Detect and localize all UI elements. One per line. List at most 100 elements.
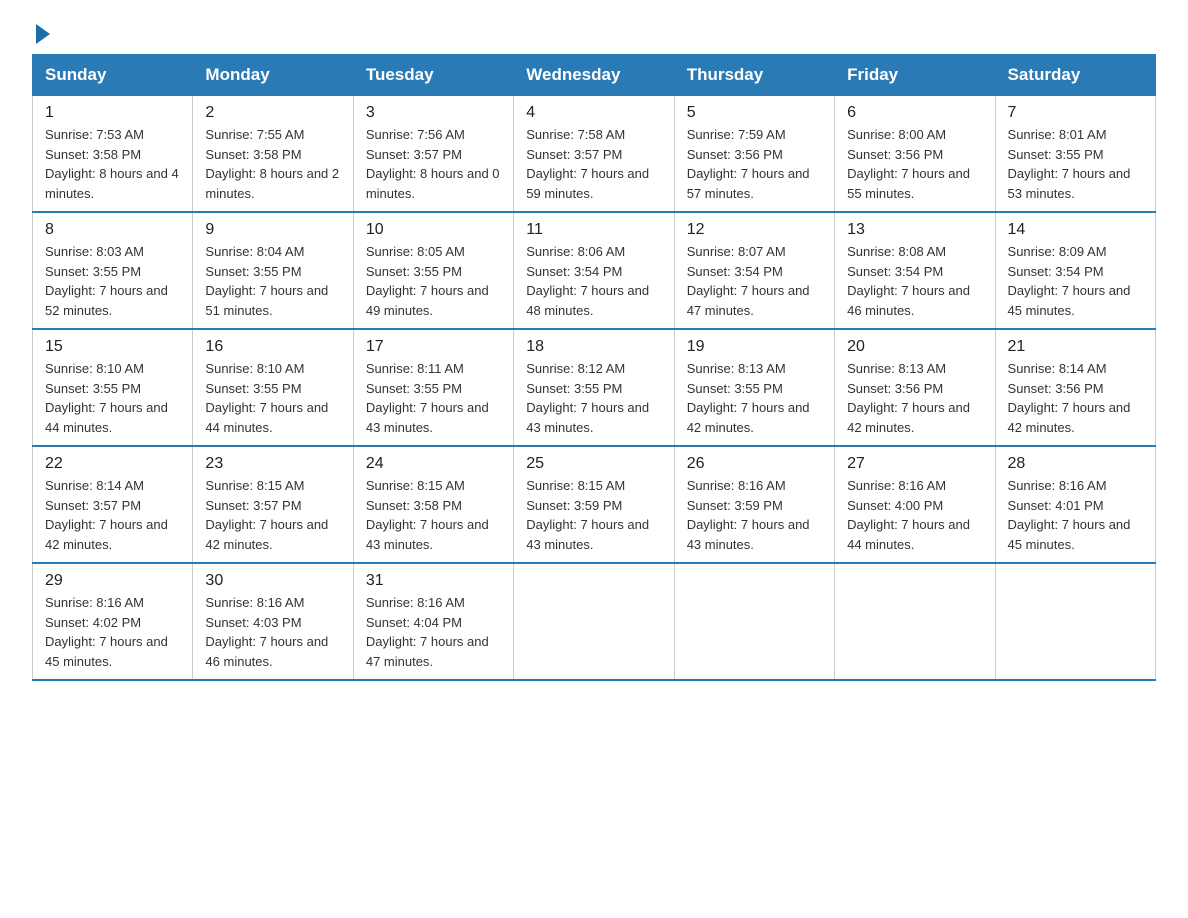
day-number: 8 [45, 221, 180, 239]
day-info: Sunrise: 8:01 AMSunset: 3:55 PMDaylight:… [1008, 125, 1143, 203]
calendar-day-cell: 10 Sunrise: 8:05 AMSunset: 3:55 PMDayligh… [353, 212, 513, 329]
calendar-week-row: 1 Sunrise: 7:53 AMSunset: 3:58 PMDaylight… [33, 96, 1156, 213]
weekday-header-row: SundayMondayTuesdayWednesdayThursdayFrid… [33, 55, 1156, 96]
calendar-day-cell: 11 Sunrise: 8:06 AMSunset: 3:54 PMDayligh… [514, 212, 674, 329]
logo-triangle-icon [36, 24, 50, 44]
calendar-week-row: 8 Sunrise: 8:03 AMSunset: 3:55 PMDaylight… [33, 212, 1156, 329]
day-number: 25 [526, 455, 661, 473]
weekday-header-sunday: Sunday [33, 55, 193, 96]
day-number: 24 [366, 455, 501, 473]
page-header [32, 24, 1156, 44]
weekday-header-wednesday: Wednesday [514, 55, 674, 96]
calendar-day-cell [674, 563, 834, 680]
weekday-header-thursday: Thursday [674, 55, 834, 96]
day-number: 7 [1008, 104, 1143, 122]
day-info: Sunrise: 8:14 AMSunset: 3:56 PMDaylight:… [1008, 359, 1143, 437]
day-info: Sunrise: 8:13 AMSunset: 3:56 PMDaylight:… [847, 359, 982, 437]
day-number: 18 [526, 338, 661, 356]
calendar-day-cell: 28 Sunrise: 8:16 AMSunset: 4:01 PMDayligh… [995, 446, 1155, 563]
day-number: 20 [847, 338, 982, 356]
day-info: Sunrise: 8:10 AMSunset: 3:55 PMDaylight:… [205, 359, 340, 437]
day-info: Sunrise: 8:15 AMSunset: 3:58 PMDaylight:… [366, 476, 501, 554]
calendar-day-cell: 12Sunrise: 8:07 AMSunset: 3:54 PMDayligh… [674, 212, 834, 329]
day-info: Sunrise: 8:16 AMSunset: 4:01 PMDaylight:… [1008, 476, 1143, 554]
day-number: 27 [847, 455, 982, 473]
day-number: 30 [205, 572, 340, 590]
day-info: Sunrise: 8:16 AMSunset: 4:02 PMDaylight:… [45, 593, 180, 671]
day-number: 23 [205, 455, 340, 473]
day-info: Sunrise: 8:00 AMSunset: 3:56 PMDaylight:… [847, 125, 982, 203]
day-number: 28 [1008, 455, 1143, 473]
day-number: 3 [366, 104, 501, 122]
day-number: 17 [366, 338, 501, 356]
calendar-day-cell: 1 Sunrise: 7:53 AMSunset: 3:58 PMDaylight… [33, 96, 193, 213]
day-number: 11 [526, 221, 661, 239]
calendar-day-cell: 3 Sunrise: 7:56 AMSunset: 3:57 PMDaylight… [353, 96, 513, 213]
day-info: Sunrise: 7:56 AMSunset: 3:57 PMDaylight:… [366, 125, 501, 203]
calendar-day-cell: 18 Sunrise: 8:12 AMSunset: 3:55 PMDayligh… [514, 329, 674, 446]
calendar-day-cell: 8 Sunrise: 8:03 AMSunset: 3:55 PMDaylight… [33, 212, 193, 329]
calendar-day-cell: 9 Sunrise: 8:04 AMSunset: 3:55 PMDaylight… [193, 212, 353, 329]
day-number: 1 [45, 104, 180, 122]
day-info: Sunrise: 8:15 AMSunset: 3:57 PMDaylight:… [205, 476, 340, 554]
calendar-week-row: 15 Sunrise: 8:10 AMSunset: 3:55 PMDayligh… [33, 329, 1156, 446]
calendar-day-cell: 14Sunrise: 8:09 AMSunset: 3:54 PMDayligh… [995, 212, 1155, 329]
calendar-day-cell: 13 Sunrise: 8:08 AMSunset: 3:54 PMDayligh… [835, 212, 995, 329]
day-number: 5 [687, 104, 822, 122]
calendar-table: SundayMondayTuesdayWednesdayThursdayFrid… [32, 54, 1156, 681]
day-info: Sunrise: 8:07 AMSunset: 3:54 PMDaylight:… [687, 242, 822, 320]
calendar-day-cell: 24 Sunrise: 8:15 AMSunset: 3:58 PMDayligh… [353, 446, 513, 563]
calendar-day-cell: 5Sunrise: 7:59 AMSunset: 3:56 PMDaylight… [674, 96, 834, 213]
calendar-day-cell: 25 Sunrise: 8:15 AMSunset: 3:59 PMDayligh… [514, 446, 674, 563]
day-info: Sunrise: 7:53 AMSunset: 3:58 PMDaylight:… [45, 125, 180, 203]
weekday-header-friday: Friday [835, 55, 995, 96]
day-number: 16 [205, 338, 340, 356]
day-number: 9 [205, 221, 340, 239]
day-info: Sunrise: 8:03 AMSunset: 3:55 PMDaylight:… [45, 242, 180, 320]
calendar-day-cell: 4 Sunrise: 7:58 AMSunset: 3:57 PMDaylight… [514, 96, 674, 213]
day-number: 29 [45, 572, 180, 590]
calendar-day-cell: 6 Sunrise: 8:00 AMSunset: 3:56 PMDaylight… [835, 96, 995, 213]
calendar-day-cell: 15 Sunrise: 8:10 AMSunset: 3:55 PMDayligh… [33, 329, 193, 446]
day-info: Sunrise: 8:15 AMSunset: 3:59 PMDaylight:… [526, 476, 661, 554]
calendar-day-cell: 21 Sunrise: 8:14 AMSunset: 3:56 PMDayligh… [995, 329, 1155, 446]
day-info: Sunrise: 8:05 AMSunset: 3:55 PMDaylight:… [366, 242, 501, 320]
day-info: Sunrise: 8:10 AMSunset: 3:55 PMDaylight:… [45, 359, 180, 437]
calendar-day-cell: 27 Sunrise: 8:16 AMSunset: 4:00 PMDayligh… [835, 446, 995, 563]
calendar-day-cell: 20 Sunrise: 8:13 AMSunset: 3:56 PMDayligh… [835, 329, 995, 446]
calendar-day-cell [995, 563, 1155, 680]
day-info: Sunrise: 8:16 AMSunset: 4:04 PMDaylight:… [366, 593, 501, 671]
calendar-day-cell: 26Sunrise: 8:16 AMSunset: 3:59 PMDayligh… [674, 446, 834, 563]
day-info: Sunrise: 8:08 AMSunset: 3:54 PMDaylight:… [847, 242, 982, 320]
logo-blue-text [32, 24, 50, 44]
day-info: Sunrise: 8:12 AMSunset: 3:55 PMDaylight:… [526, 359, 661, 437]
day-number: 15 [45, 338, 180, 356]
weekday-header-monday: Monday [193, 55, 353, 96]
day-info: Sunrise: 7:58 AMSunset: 3:57 PMDaylight:… [526, 125, 661, 203]
day-number: 14 [1008, 221, 1143, 239]
calendar-week-row: 22 Sunrise: 8:14 AMSunset: 3:57 PMDayligh… [33, 446, 1156, 563]
calendar-day-cell: 2Sunrise: 7:55 AMSunset: 3:58 PMDaylight… [193, 96, 353, 213]
weekday-header-saturday: Saturday [995, 55, 1155, 96]
calendar-day-cell: 22 Sunrise: 8:14 AMSunset: 3:57 PMDayligh… [33, 446, 193, 563]
day-number: 21 [1008, 338, 1143, 356]
day-number: 22 [45, 455, 180, 473]
day-number: 6 [847, 104, 982, 122]
day-info: Sunrise: 8:16 AMSunset: 4:00 PMDaylight:… [847, 476, 982, 554]
day-number: 31 [366, 572, 501, 590]
calendar-day-cell: 19Sunrise: 8:13 AMSunset: 3:55 PMDayligh… [674, 329, 834, 446]
day-info: Sunrise: 8:11 AMSunset: 3:55 PMDaylight:… [366, 359, 501, 437]
calendar-day-cell [835, 563, 995, 680]
weekday-header-tuesday: Tuesday [353, 55, 513, 96]
day-number: 26 [687, 455, 822, 473]
day-number: 13 [847, 221, 982, 239]
day-info: Sunrise: 8:14 AMSunset: 3:57 PMDaylight:… [45, 476, 180, 554]
day-info: Sunrise: 8:06 AMSunset: 3:54 PMDaylight:… [526, 242, 661, 320]
calendar-day-cell: 17 Sunrise: 8:11 AMSunset: 3:55 PMDayligh… [353, 329, 513, 446]
day-info: Sunrise: 8:16 AMSunset: 4:03 PMDaylight:… [205, 593, 340, 671]
day-number: 19 [687, 338, 822, 356]
day-info: Sunrise: 8:04 AMSunset: 3:55 PMDaylight:… [205, 242, 340, 320]
day-number: 4 [526, 104, 661, 122]
logo [32, 24, 50, 44]
day-number: 10 [366, 221, 501, 239]
